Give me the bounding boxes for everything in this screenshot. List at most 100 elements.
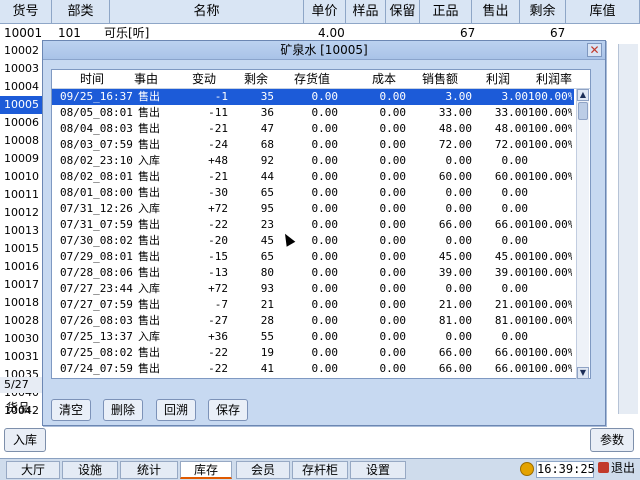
scroll-up-icon[interactable]: ▲ xyxy=(577,89,589,101)
table-row-id[interactable]: 10002 xyxy=(0,42,42,60)
history-table-body: 09/25_16:37 售出 -1 35 0.00 0.00 3.00 3.00 100.00%… xyxy=(52,89,574,379)
table-row-id[interactable]: 10031 xyxy=(0,348,42,366)
cell-stock-value: 0.00 xyxy=(311,202,339,215)
table-row-id[interactable]: 10028 xyxy=(0,312,42,330)
table-row-id[interactable]: 10003 xyxy=(0,60,42,78)
history-row[interactable]: 07/27_23:44 入库 +72 93 0.00 0.00 0.00 0.00 xyxy=(52,281,574,297)
table-row-id[interactable]: 10004 xyxy=(0,78,42,96)
history-row[interactable]: 07/29_08:01 售出 -15 65 0.00 0.00 45.00 45.00 100.… xyxy=(52,249,574,265)
parameters-button[interactable]: 参数 xyxy=(590,428,634,452)
cell-time: 08/02_08:01 xyxy=(60,170,133,183)
col-header-name[interactable]: 名称 xyxy=(110,0,304,24)
tab-statistics[interactable]: 统计 xyxy=(120,461,178,479)
cell-profit-rate xyxy=(528,329,572,345)
cell-sales: 66.00 xyxy=(438,362,472,375)
table-row-id[interactable]: 10015 xyxy=(0,240,42,258)
table-row-id[interactable]: 10011 xyxy=(0,186,42,204)
page-indicator: 5/27 xyxy=(0,377,42,393)
table-row-id[interactable]: 10013 xyxy=(0,222,42,240)
col-header-category[interactable]: 部类 xyxy=(52,0,110,24)
tab-inventory[interactable]: 库存 xyxy=(180,461,232,479)
history-scrollbar[interactable]: ▲ ▼ xyxy=(576,89,589,379)
cell-change: -15 xyxy=(208,250,228,263)
col-header-cost[interactable]: 成本 xyxy=(372,70,396,89)
tray-icon[interactable] xyxy=(520,462,534,476)
cell-reason: 售出 xyxy=(138,186,160,199)
cell-change: -21 xyxy=(208,122,228,135)
dialog-title[interactable]: 矿泉水 [10005] xyxy=(43,41,605,60)
backtrack-button[interactable]: 回溯 xyxy=(156,399,196,421)
cell-time: 07/27_23:44 xyxy=(60,282,133,295)
history-row[interactable]: 07/25_13:37 入库 +36 55 0.00 0.00 0.00 0.00 xyxy=(52,329,574,345)
table-row-id[interactable]: 10017 xyxy=(0,276,42,294)
history-row[interactable]: 08/01_08:00 售出 -30 65 0.00 0.00 0.00 0.00 xyxy=(52,185,574,201)
cell-stock-value: 0.00 xyxy=(311,250,339,263)
history-row[interactable]: 07/24_07:59 售出 -22 41 0.00 0.00 66.00 66.00 100.… xyxy=(52,361,574,377)
exit-button[interactable]: 退出 xyxy=(598,461,638,478)
cell-time: 07/31_07:59 xyxy=(60,218,133,231)
col-header-sold[interactable]: 售出 xyxy=(472,0,520,24)
col-header-stock-value[interactable]: 库值 xyxy=(566,0,640,24)
col-header-remaining[interactable]: 剩余 xyxy=(244,70,268,89)
goods-label: 货品 xyxy=(6,401,31,415)
table-row-id[interactable]: 10012 xyxy=(0,204,42,222)
table-row-id[interactable]: 10016 xyxy=(0,258,42,276)
cell-stock-value: 0.00 xyxy=(311,154,339,167)
col-header-sample[interactable]: 样品 xyxy=(346,0,386,24)
table-row-id[interactable]: 10010 xyxy=(0,168,42,186)
col-header-item-no[interactable]: 货号 xyxy=(0,0,52,24)
table-row-id[interactable]: 10008 xyxy=(0,132,42,150)
col-header-stock-value[interactable]: 存货值 xyxy=(294,70,330,89)
col-header-change[interactable]: 变动 xyxy=(192,70,216,89)
history-row[interactable]: 08/02_08:01 售出 -21 44 0.00 0.00 60.00 60.00 100.… xyxy=(52,169,574,185)
history-row[interactable]: 09/25_16:37 售出 -1 35 0.00 0.00 3.00 3.00 100.00% xyxy=(52,89,574,105)
history-row[interactable]: 08/03_07:59 售出 -24 68 0.00 0.00 72.00 72.00 100.… xyxy=(52,137,574,153)
clear-button[interactable]: 清空 xyxy=(51,399,91,421)
history-row[interactable]: 07/26_08:03 售出 -27 28 0.00 0.00 81.00 81.00 100.… xyxy=(52,313,574,329)
inventory-scrollbar[interactable] xyxy=(618,44,638,414)
col-header-sales[interactable]: 销售额 xyxy=(422,70,458,89)
history-row[interactable]: 08/05_08:01 售出 -11 36 0.00 0.00 33.00 33.00 100.… xyxy=(52,105,574,121)
inventory-button-row: 入库 参数 xyxy=(0,428,640,454)
cell-change: -13 xyxy=(208,266,228,279)
cell-reason: 入库 xyxy=(138,154,160,167)
history-row[interactable]: 07/31_07:59 售出 -22 23 0.00 0.00 66.00 66.00 100.… xyxy=(52,217,574,233)
history-row[interactable]: 07/27_07:59 售出 -7 21 0.00 0.00 21.00 21.00 100.0… xyxy=(52,297,574,313)
history-row[interactable]: 08/02_23:10 入库 +48 92 0.00 0.00 0.00 0.00 xyxy=(52,153,574,169)
col-header-profit[interactable]: 利润 xyxy=(486,70,510,89)
table-row-id[interactable]: 10030 xyxy=(0,330,42,348)
col-header-reason[interactable]: 事由 xyxy=(134,70,158,89)
scroll-down-icon[interactable]: ▼ xyxy=(577,367,589,379)
table-row-id[interactable]: 10009 xyxy=(0,150,42,168)
cell-remaining: 80 xyxy=(260,266,274,279)
history-row[interactable]: 07/25_08:02 售出 -22 19 0.00 0.00 66.00 66.00 100.… xyxy=(52,345,574,361)
stock-in-button[interactable]: 入库 xyxy=(4,428,46,452)
cell-profit: 0.00 xyxy=(501,202,529,215)
cell-sales: 48.00 xyxy=(438,122,472,135)
col-header-profit-rate[interactable]: 利润率 xyxy=(536,70,572,89)
col-header-price[interactable]: 单价 xyxy=(304,0,346,24)
history-row[interactable]: 07/30_08:02 售出 -20 45 0.00 0.00 0.00 0.00 xyxy=(52,233,574,249)
tab-settings[interactable]: 设置 xyxy=(350,461,406,479)
history-row[interactable]: 08/04_08:03 售出 -21 47 0.00 0.00 48.00 48.00 100.… xyxy=(52,121,574,137)
save-button[interactable]: 保存 xyxy=(208,399,248,421)
tab-lobby[interactable]: 大厅 xyxy=(6,461,60,479)
col-header-remaining[interactable]: 剩余 xyxy=(520,0,566,24)
col-header-reserved[interactable]: 保留 xyxy=(386,0,420,24)
table-row-id[interactable]: 10018 xyxy=(0,294,42,312)
tab-cue-locker[interactable]: 存杆柜 xyxy=(292,461,348,479)
cell-remaining: 44 xyxy=(260,170,274,183)
delete-button[interactable]: 删除 xyxy=(103,399,143,421)
scroll-thumb[interactable] xyxy=(578,102,588,120)
tab-facilities[interactable]: 设施 xyxy=(62,461,118,479)
tab-members[interactable]: 会员 xyxy=(236,461,290,479)
history-row[interactable]: 07/31_12:26 入库 +72 95 0.00 0.00 0.00 0.00 xyxy=(52,201,574,217)
col-header-time[interactable]: 时间 xyxy=(80,70,104,89)
close-icon[interactable]: ✕ xyxy=(587,43,602,57)
table-row-id[interactable]: 10006 xyxy=(0,114,42,132)
cell-cost: 0.00 xyxy=(379,218,407,231)
cell-profit-rate: 100.00% xyxy=(528,90,572,103)
col-header-genuine[interactable]: 正品 xyxy=(420,0,472,24)
table-row-id[interactable]: 10005 xyxy=(0,96,42,114)
history-row[interactable]: 07/28_08:06 售出 -13 80 0.00 0.00 39.00 39.00 100.… xyxy=(52,265,574,281)
